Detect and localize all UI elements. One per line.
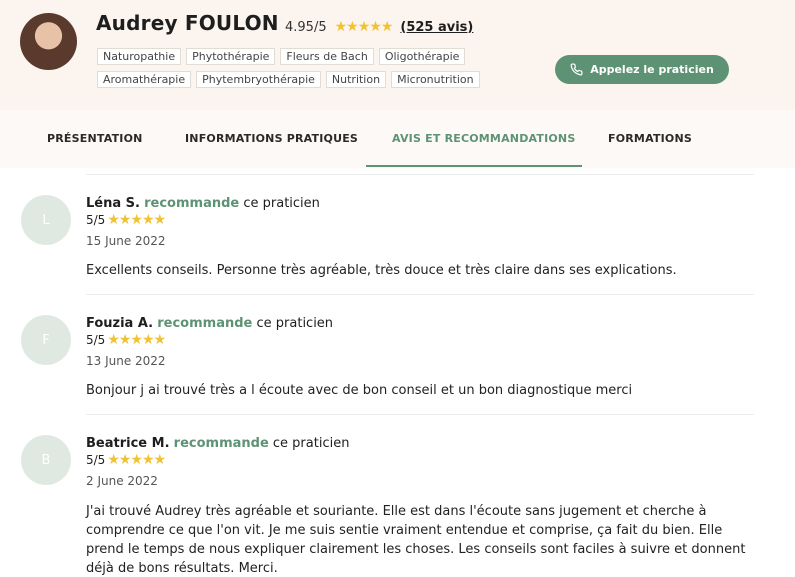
rating-stars-icon: ★★★★★ [334,19,394,35]
review-score: 5/5 ★★★★★ [86,212,166,228]
rating-summary: 4.95/5 ★★★★★ (525 avis) [285,17,473,37]
tag-row-1: Naturopathie Phytothérapie Fleurs de Bac… [97,48,517,65]
call-practitioner-button[interactable]: Appelez le praticien [555,55,729,84]
tag-nutrition: Nutrition [325,71,387,88]
recommend-suffix: ce praticien [256,316,334,331]
divider [86,414,754,415]
review-score: 5/5 ★★★★★ [86,332,166,348]
review-count-link[interactable]: (525 avis) [400,20,473,35]
tab-avis-et-recommandations[interactable]: AVIS ET RECOMMANDATIONS [392,132,575,145]
practitioner-name: Audrey FOULON [96,11,279,35]
call-button-label: Appelez le praticien [590,63,714,76]
review-header: Beatrice M. recommande ce praticien [86,436,349,451]
profile-tabs: PRÉSENTATION INFORMATIONS PRATIQUES AVIS… [0,110,795,168]
review-text: Bonjour j ai trouvé très a l écoute avec… [86,383,633,398]
phone-icon [570,63,583,76]
tag-fleurs-de-bach: Fleurs de Bach [280,48,374,65]
review-date: 2 June 2022 [86,474,158,488]
practitioner-avatar [20,13,77,70]
tag-aromatherapie: Aromathérapie [97,71,192,88]
reviewer-name: Léna S. [86,196,140,211]
specialty-tags: Naturopathie Phytothérapie Fleurs de Bac… [97,48,517,94]
recommend-label: recommande [144,196,240,211]
review-stars-icon: ★★★★★ [107,332,166,348]
review-score-value: 5/5 [86,213,106,227]
review-score-value: 5/5 [86,333,106,347]
review-score-value: 5/5 [86,453,106,467]
tab-informations-pratiques[interactable]: INFORMATIONS PRATIQUES [185,132,358,145]
review-stars-icon: ★★★★★ [107,452,166,468]
rating-value: 4.95/5 [285,19,327,35]
tag-oligotherapie: Oligothérapie [378,48,466,65]
recommend-label: recommande [157,316,253,331]
review-header: Fouzia A. recommande ce praticien [86,316,333,331]
recommend-suffix: ce praticien [243,196,320,211]
reviewer-avatar: B [21,435,71,485]
review-stars-icon: ★★★★★ [107,212,166,228]
reviewer-name: Fouzia A. [86,316,154,331]
divider [86,174,754,175]
tag-phytembryotherapie: Phytembryothérapie [196,71,321,88]
tag-micronutrition: Micronutrition [391,71,480,88]
review-text: Excellents conseils. Personne très agréa… [86,263,677,278]
tab-presentation[interactable]: PRÉSENTATION [47,132,143,145]
active-tab-indicator [366,165,582,167]
tag-phytotherapie: Phytothérapie [186,48,276,65]
tag-row-2: Aromathérapie Phytembryothérapie Nutriti… [97,71,517,88]
recommend-label: recommande [173,436,269,451]
tag-naturopathie: Naturopathie [97,48,182,65]
divider [86,294,754,295]
reviewer-avatar: F [21,315,71,365]
reviewer-avatar: L [21,195,71,245]
review-score: 5/5 ★★★★★ [86,452,166,468]
recommend-suffix: ce praticien [272,436,350,451]
reviewer-name: Beatrice M. [86,436,170,451]
tab-formations[interactable]: FORMATIONS [608,132,692,145]
practitioner-header: Audrey FOULON 4.95/5 ★★★★★ (525 avis) Na… [0,0,795,110]
review-date: 15 June 2022 [86,234,166,248]
review-date: 13 June 2022 [86,354,166,368]
review-text: J'ai trouvé Audrey très agréable et sour… [86,504,746,576]
review-header: Léna S. recommande ce praticien [86,196,320,211]
